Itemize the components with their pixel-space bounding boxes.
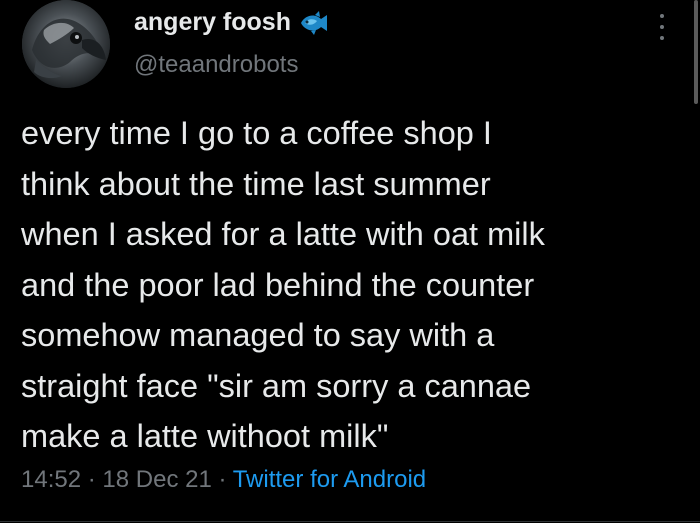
betta-fish-avatar-icon bbox=[22, 0, 110, 88]
display-name[interactable]: angery foosh bbox=[134, 8, 329, 37]
scrollbar[interactable] bbox=[694, 0, 698, 104]
display-name-text: angery foosh bbox=[134, 8, 291, 36]
tweet-date[interactable]: 18 Dec 21 bbox=[102, 466, 211, 493]
fish-emoji-icon bbox=[297, 10, 329, 35]
avatar[interactable] bbox=[22, 0, 110, 88]
tweet-meta: 14:52 · 18 Dec 21 · Twitter for Android bbox=[21, 466, 426, 494]
tweet-source-link[interactable]: Twitter for Android bbox=[233, 466, 426, 493]
tweet-time[interactable]: 14:52 bbox=[21, 466, 81, 493]
divider bbox=[0, 521, 700, 522]
dot bbox=[660, 25, 664, 29]
more-options-icon[interactable] bbox=[650, 10, 674, 44]
dot bbox=[660, 36, 664, 40]
tweet-text: every time I go to a coffee shop I think… bbox=[21, 115, 545, 454]
user-handle[interactable]: @teaandrobots bbox=[134, 51, 298, 79]
meta-separator: · bbox=[218, 466, 233, 493]
tweet: angery foosh @teaandrobots every time I … bbox=[0, 0, 700, 523]
dot bbox=[660, 14, 664, 18]
meta-separator: · bbox=[87, 466, 103, 493]
